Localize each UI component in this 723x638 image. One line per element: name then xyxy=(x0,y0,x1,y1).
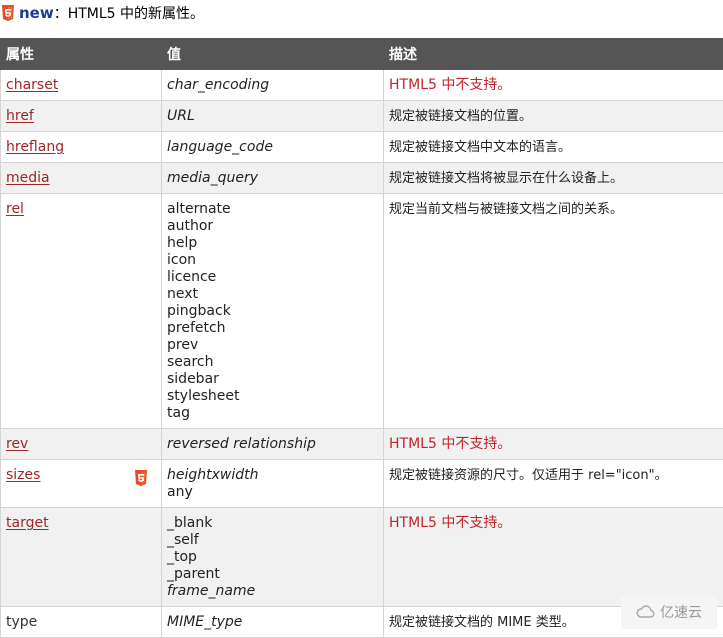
unsupported-note: HTML5 中不支持。 xyxy=(389,77,511,93)
attribute-link-sizes[interactable]: sizes xyxy=(6,467,40,483)
unsupported-note: HTML5 中不支持。 xyxy=(389,436,511,452)
table-header-row: 属性 值 描述 xyxy=(1,39,723,70)
description-text: 规定被链接文档的位置。 xyxy=(389,109,532,124)
attribute-link-charset[interactable]: charset xyxy=(6,77,58,93)
header-attribute: 属性 xyxy=(1,39,162,70)
value-item: stylesheet xyxy=(167,388,378,405)
header-value: 值 xyxy=(162,39,384,70)
value-item: MIME_type xyxy=(167,614,378,631)
attribute-link-type: type xyxy=(6,614,37,630)
value-item: _self xyxy=(167,532,378,549)
value-cell: _blank_self_top_parentframe_name xyxy=(162,508,384,607)
attribute-link-href[interactable]: href xyxy=(6,108,34,124)
value-item: help xyxy=(167,235,378,252)
description-text: 规定被链接资源的尺寸。仅适用于 rel="icon"。 xyxy=(389,468,668,483)
value-cell: reversed relationship xyxy=(162,429,384,460)
cloud-logo-icon xyxy=(636,604,656,620)
value-item: search xyxy=(167,354,378,371)
description-cell: 规定被链接文档中文本的语言。 xyxy=(384,132,723,163)
attribute-link-target[interactable]: target xyxy=(6,515,49,531)
value-item: frame_name xyxy=(167,583,378,600)
watermark-text: 亿速云 xyxy=(660,602,702,622)
value-item: prefetch xyxy=(167,320,378,337)
attribute-cell: target xyxy=(1,508,162,607)
value-cell: char_encoding xyxy=(162,70,384,101)
html5-icon xyxy=(134,470,148,486)
description-cell: HTML5 中不支持。 xyxy=(384,508,723,607)
attribute-cell: href xyxy=(1,101,162,132)
watermark: 亿速云 xyxy=(621,595,717,629)
attribute-link-media[interactable]: media xyxy=(6,170,50,186)
table-row: media media_query 规定被链接文档将被显示在什么设备上。 xyxy=(1,163,723,194)
attribute-cell: media xyxy=(1,163,162,194)
value-item: reversed relationship xyxy=(167,436,378,453)
value-item: sidebar xyxy=(167,371,378,388)
value-cell: language_code xyxy=(162,132,384,163)
value-item: tag xyxy=(167,405,378,422)
html5-icon xyxy=(1,5,15,21)
value-cell: media_query xyxy=(162,163,384,194)
table-row: hreflang language_code 规定被链接文档中文本的语言。 xyxy=(1,132,723,163)
value-cell: URL xyxy=(162,101,384,132)
attribute-cell: rev xyxy=(1,429,162,460)
value-item: heightxwidth xyxy=(167,467,378,484)
value-item: _blank xyxy=(167,515,378,532)
value-item: media_query xyxy=(167,170,378,187)
description-cell: 规定当前文档与被链接文档之间的关系。 xyxy=(384,194,723,429)
table-row: href URL 规定被链接文档的位置。 xyxy=(1,101,723,132)
value-item: _top xyxy=(167,549,378,566)
attribute-cell: type xyxy=(1,607,162,638)
value-item: char_encoding xyxy=(167,77,378,94)
value-item: licence xyxy=(167,269,378,286)
attribute-link-hreflang[interactable]: hreflang xyxy=(6,139,64,155)
value-cell: MIME_type xyxy=(162,607,384,638)
intro-line: new ：HTML5 中的新属性。 xyxy=(0,0,723,26)
value-item: _parent xyxy=(167,566,378,583)
description-text: 规定被链接文档中文本的语言。 xyxy=(389,140,571,155)
description-text: 规定被链接文档将被显示在什么设备上。 xyxy=(389,171,623,186)
attributes-table: 属性 值 描述 charset char_encoding HTML5 中不支持。 h… xyxy=(0,38,723,638)
value-item: URL xyxy=(167,108,378,125)
value-cell: heightxwidthany xyxy=(162,460,384,508)
table-body: charset char_encoding HTML5 中不支持。 href URL 规定… xyxy=(1,70,723,638)
description-cell: HTML5 中不支持。 xyxy=(384,429,723,460)
value-item: author xyxy=(167,218,378,235)
value-item: icon xyxy=(167,252,378,269)
value-item: alternate xyxy=(167,201,378,218)
attribute-cell: sizes xyxy=(1,460,162,508)
attribute-cell: rel xyxy=(1,194,162,429)
header-description: 描述 xyxy=(384,39,723,70)
description-cell: HTML5 中不支持。 xyxy=(384,70,723,101)
description-cell: 规定被链接文档将被显示在什么设备上。 xyxy=(384,163,723,194)
description-text: 规定当前文档与被链接文档之间的关系。 xyxy=(389,202,623,217)
table-row: target _blank_self_top_parentframe_name HT… xyxy=(1,508,723,607)
description-text: 规定被链接文档的 MIME 类型。 xyxy=(389,615,575,630)
description-cell: 规定被链接资源的尺寸。仅适用于 rel="icon"。 xyxy=(384,460,723,508)
table-row: charset char_encoding HTML5 中不支持。 xyxy=(1,70,723,101)
attribute-link-rev[interactable]: rev xyxy=(6,436,28,452)
attribute-cell: hreflang xyxy=(1,132,162,163)
value-item: any xyxy=(167,484,378,501)
value-item: prev xyxy=(167,337,378,354)
description-cell: 规定被链接文档的位置。 xyxy=(384,101,723,132)
value-item: language_code xyxy=(167,139,378,156)
intro-text: ：HTML5 中的新属性。 xyxy=(54,3,204,23)
unsupported-note: HTML5 中不支持。 xyxy=(389,515,511,531)
table-row: rel alternateauthorhelpiconlicencenextpin… xyxy=(1,194,723,429)
value-item: pingback xyxy=(167,303,378,320)
value-cell: alternateauthorhelpiconlicencenextpingba… xyxy=(162,194,384,429)
attribute-cell: charset xyxy=(1,70,162,101)
value-item: next xyxy=(167,286,378,303)
intro-keyword: new xyxy=(19,4,54,22)
table-row: sizes heightxwidthany 规定被链接资源的尺寸。仅适用于 rel=… xyxy=(1,460,723,508)
table-row: type MIME_type 规定被链接文档的 MIME 类型。 xyxy=(1,607,723,638)
attribute-link-rel[interactable]: rel xyxy=(6,201,24,217)
table-row: rev reversed relationship HTML5 中不支持。 xyxy=(1,429,723,460)
